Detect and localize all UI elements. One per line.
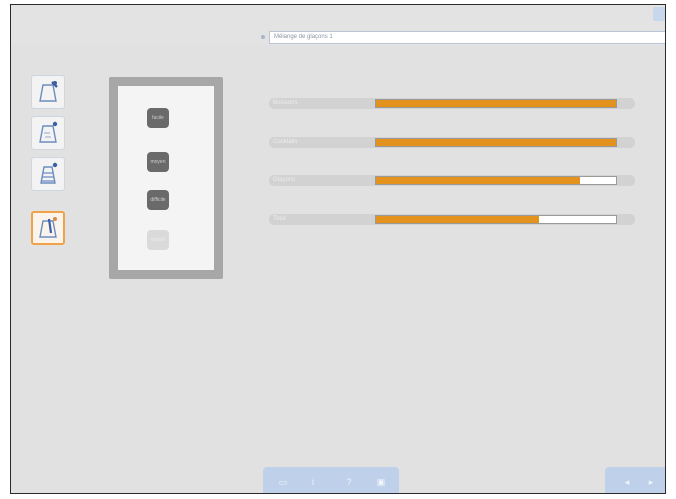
corner-button[interactable] [653,7,665,21]
next-arrow-icon[interactable]: ▸ [645,476,657,488]
progress-label: Boissons [269,98,369,109]
level-button-2[interactable]: moyen [147,152,169,172]
bottom-toolbar: ▭ i ? ▣ [263,467,399,493]
progress-track [369,214,635,225]
progress-track [369,98,635,109]
sidebar-item-level-d[interactable] [31,211,65,245]
progress-fill [376,216,540,223]
cup-lines-icon [40,162,58,184]
top-bar: Mélange de glaçons 1 [11,5,665,45]
sidebar-item-level-a[interactable] [31,75,65,109]
progress-fill [376,139,616,146]
progress-row: Cocktails [269,134,635,150]
progress-track [369,175,635,186]
cup-pencil-icon [39,81,58,102]
print-icon[interactable]: ▣ [375,476,387,488]
level-button-1[interactable]: facile [147,108,169,128]
cup-pencil-icon [39,121,58,143]
sidebar-item-level-c[interactable] [31,157,65,191]
app-window: Mélange de glaçons 1 facile moyen diffic… [10,4,666,494]
progress-bar [375,215,617,224]
help-icon[interactable]: ? [343,476,355,488]
save-icon[interactable]: ▭ [277,476,289,488]
progress-bar [375,138,617,147]
address-bar[interactable]: Mélange de glaçons 1 [269,31,665,44]
progress-row: Total [269,211,635,227]
cup-pencil-icon [39,217,57,238]
progress-label: Total [269,214,369,225]
progress-bar [375,99,617,108]
level-button-4: expert [147,230,169,250]
address-bullet-icon [261,35,265,39]
level-button-3[interactable]: difficile [147,190,169,210]
progress-row: Boissons [269,95,635,111]
app-title [21,27,139,39]
level-selector-inner: facile moyen difficile expert [118,86,214,270]
progress-row: Glaçons [269,172,635,188]
level-selector-panel: facile moyen difficile expert [109,77,223,279]
progress-fill [376,100,616,107]
progress-label: Cocktails [269,137,369,148]
previous-arrow-icon[interactable]: ◂ [621,476,633,488]
progress-fill [376,177,580,184]
progress-label: Glaçons [269,175,369,186]
sidebar-item-level-b[interactable] [31,116,65,150]
navigation-buttons: ◂ ▸ [605,467,665,493]
progress-track [369,137,635,148]
progress-bar [375,176,617,185]
info-icon[interactable]: i [307,476,319,488]
